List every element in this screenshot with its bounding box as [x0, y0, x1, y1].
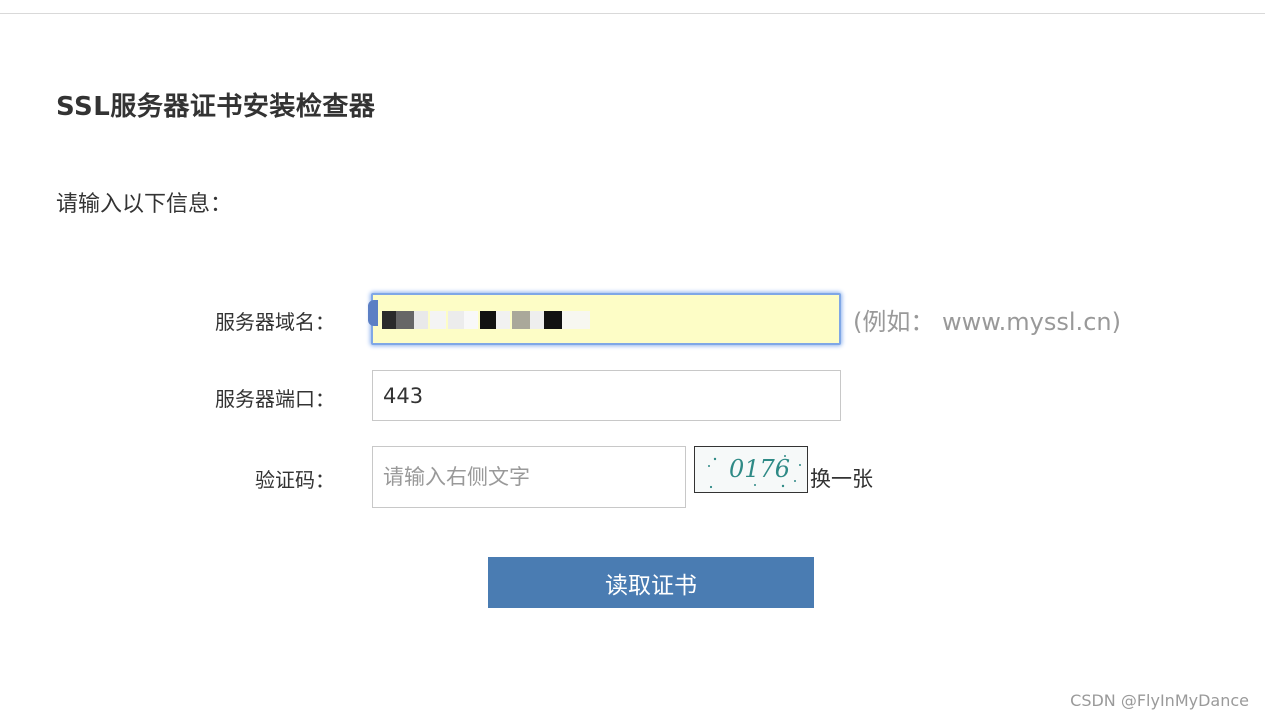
captcha-input[interactable] [372, 446, 686, 508]
domain-label: 服务器域名： [215, 310, 335, 334]
top-divider [0, 13, 1265, 14]
refresh-captcha-link[interactable]: 换一张 [810, 463, 873, 493]
captcha-image[interactable]: 0176 [694, 446, 808, 493]
port-input[interactable] [372, 370, 841, 421]
watermark: CSDN @FlyInMyDance [1070, 691, 1249, 710]
port-label: 服务器端口： [215, 387, 335, 411]
page-title: SSL服务器证书安装检查器 [56, 92, 376, 122]
read-certificate-button[interactable]: 读取证书 [488, 557, 814, 608]
captcha-text: 0176 [729, 455, 790, 483]
domain-example-hint: (例如： www.myssl.cn) [853, 308, 1121, 336]
captcha-label: 验证码： [255, 468, 335, 492]
form-instruction: 请输入以下信息： [56, 192, 233, 217]
